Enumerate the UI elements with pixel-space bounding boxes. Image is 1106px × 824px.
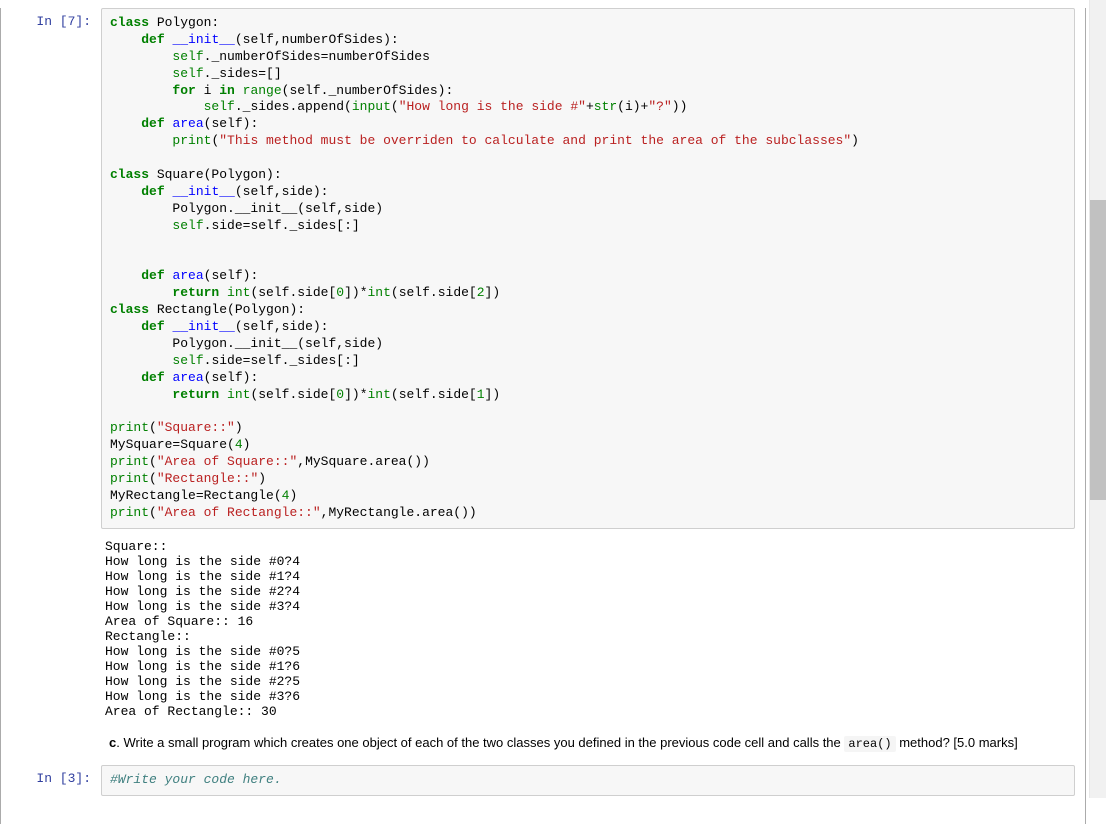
markdown-content: c. Write a small program which creates o… [101,729,1075,757]
code-input-2[interactable]: #Write your code here. [101,765,1075,796]
notebook-container: In [7]: class Polygon: def __init__(self… [0,8,1086,824]
prompt-label-2: In [3]: [36,771,91,786]
prompt-label: In [7]: [36,14,91,29]
input-prompt-2: In [3]: [11,765,101,796]
code-cell-2[interactable]: In [3]: #Write your code here. [11,765,1075,796]
markdown-prompt [11,729,101,757]
code-source-1[interactable]: class Polygon: def __init__(self,numberO… [110,15,1066,522]
question-text-2: method? [5.0 marks] [896,735,1018,750]
inline-code: area() [844,736,895,752]
markdown-cell-1[interactable]: c. Write a small program which creates o… [11,729,1075,757]
code-cell-1[interactable]: In [7]: class Polygon: def __init__(self… [11,8,1075,529]
input-prompt-1: In [7]: [11,8,101,529]
page-scrollbar-thumb[interactable] [1090,200,1106,500]
output-area-1: Square:: How long is the side #0?4 How l… [101,537,1075,721]
question-text-1: . Write a small program which creates on… [116,735,844,750]
output-prompt-1 [11,537,101,721]
code-input-1[interactable]: class Polygon: def __init__(self,numberO… [101,8,1075,529]
output-block-1: Square:: How long is the side #0?4 How l… [11,537,1075,721]
code-source-2[interactable]: #Write your code here. [110,772,1066,789]
page-scrollbar[interactable] [1089,0,1106,798]
